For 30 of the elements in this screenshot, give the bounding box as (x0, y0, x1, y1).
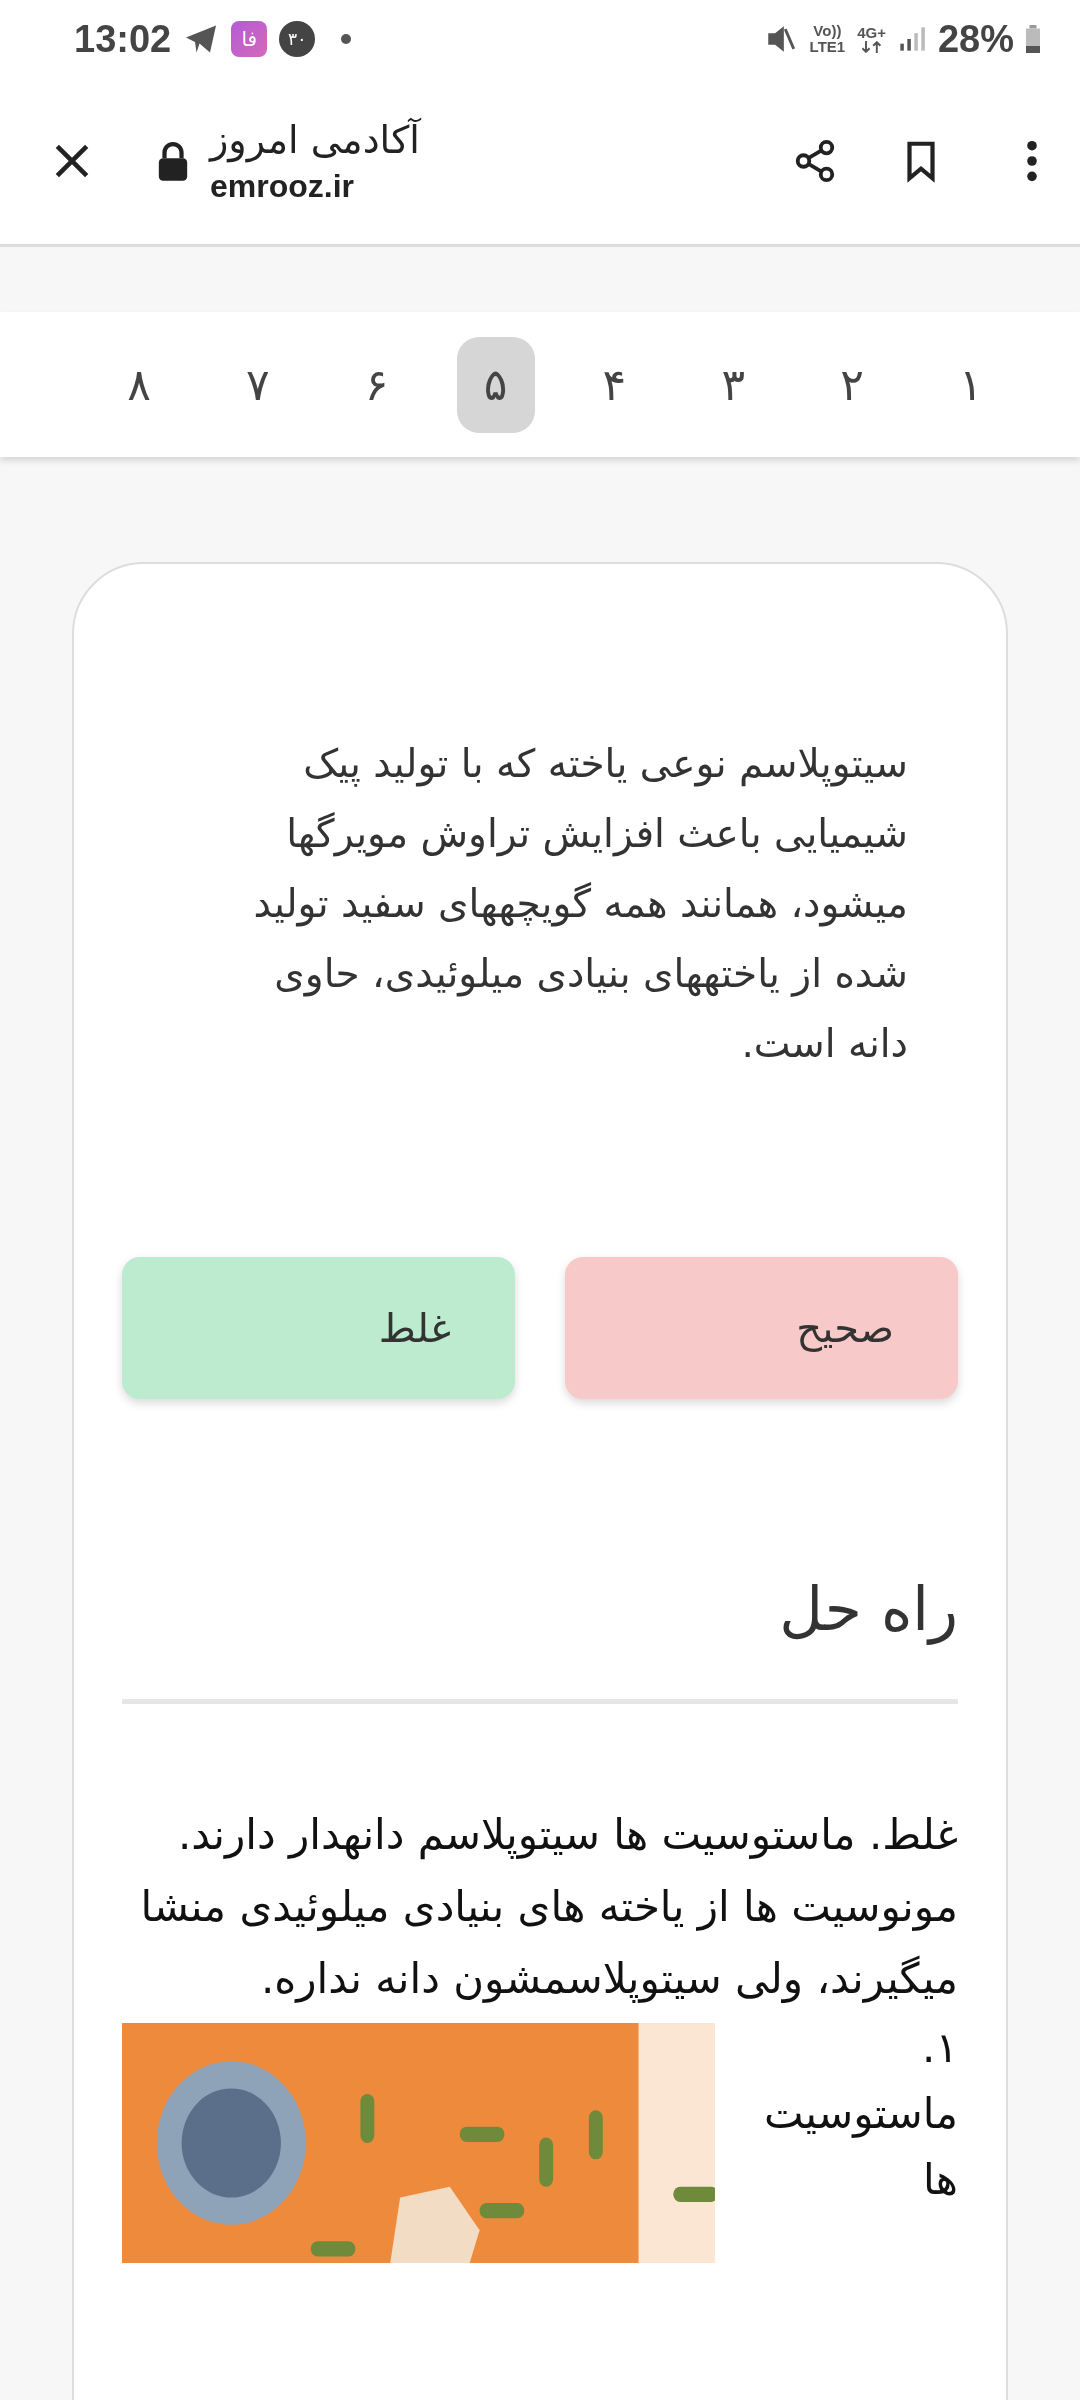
notification-count: ۳۰ (279, 21, 316, 57)
volte-label: Vo)) (813, 23, 842, 39)
app-notification-icon: فا (231, 21, 268, 57)
site-title: آکادمی امروز (210, 117, 420, 162)
page-number-tab[interactable]: ۸ (100, 336, 178, 433)
dot-icon (341, 34, 352, 44)
answer-button[interactable]: غلط (122, 1257, 515, 1399)
battery-percent: 28% (937, 17, 1014, 61)
solution-text: غلط. ماستوسیت ها سیتوپلاسم دانهدار دارند. مونوسیت ها از یاخته های بنیادی میلوئیدی منشا میگیرند، ولی سیتوپلاسمشون دانه نداره. (139, 1809, 958, 2005)
answer-button[interactable]: صحیح (565, 1257, 958, 1399)
battery-icon (1026, 25, 1040, 53)
page-number-tab[interactable]: ۱ (931, 336, 1010, 433)
lock-icon (156, 141, 190, 181)
list-number: ۱. (922, 2022, 958, 2074)
list-item-text: ماستوسیت ها (763, 2088, 958, 2206)
page-number-tab[interactable]: ۷ (218, 336, 297, 433)
network-label: 4G+ (857, 25, 886, 41)
more-options-icon[interactable] (1024, 138, 1040, 184)
solution-heading: راه حل (778, 1574, 958, 1644)
page-number-tab[interactable]: ۴ (575, 336, 654, 433)
clock-time: 13:02 (74, 17, 172, 61)
page-number-tab[interactable]: ۲ (813, 336, 892, 433)
lte-label: LTE1 (809, 39, 846, 55)
question-text: سیتوپلاسم نوعی یاخته که با تولید پیک شیمیایی باعث افزایش تراوش مویرگها میشود، همانند همه گویچههای سفید تولید شده از یاختههای بنیادی میلوئیدی، حاوی دانه است. (252, 740, 908, 1068)
site-url: emrooz.ir (210, 167, 356, 205)
signal-icon (897, 25, 926, 53)
data-arrows-icon (859, 41, 884, 53)
page-number-tab[interactable]: ۳ (694, 336, 773, 433)
page-number-tab[interactable]: ۵ (456, 336, 535, 433)
page-number-tab[interactable]: ۶ (337, 336, 416, 433)
